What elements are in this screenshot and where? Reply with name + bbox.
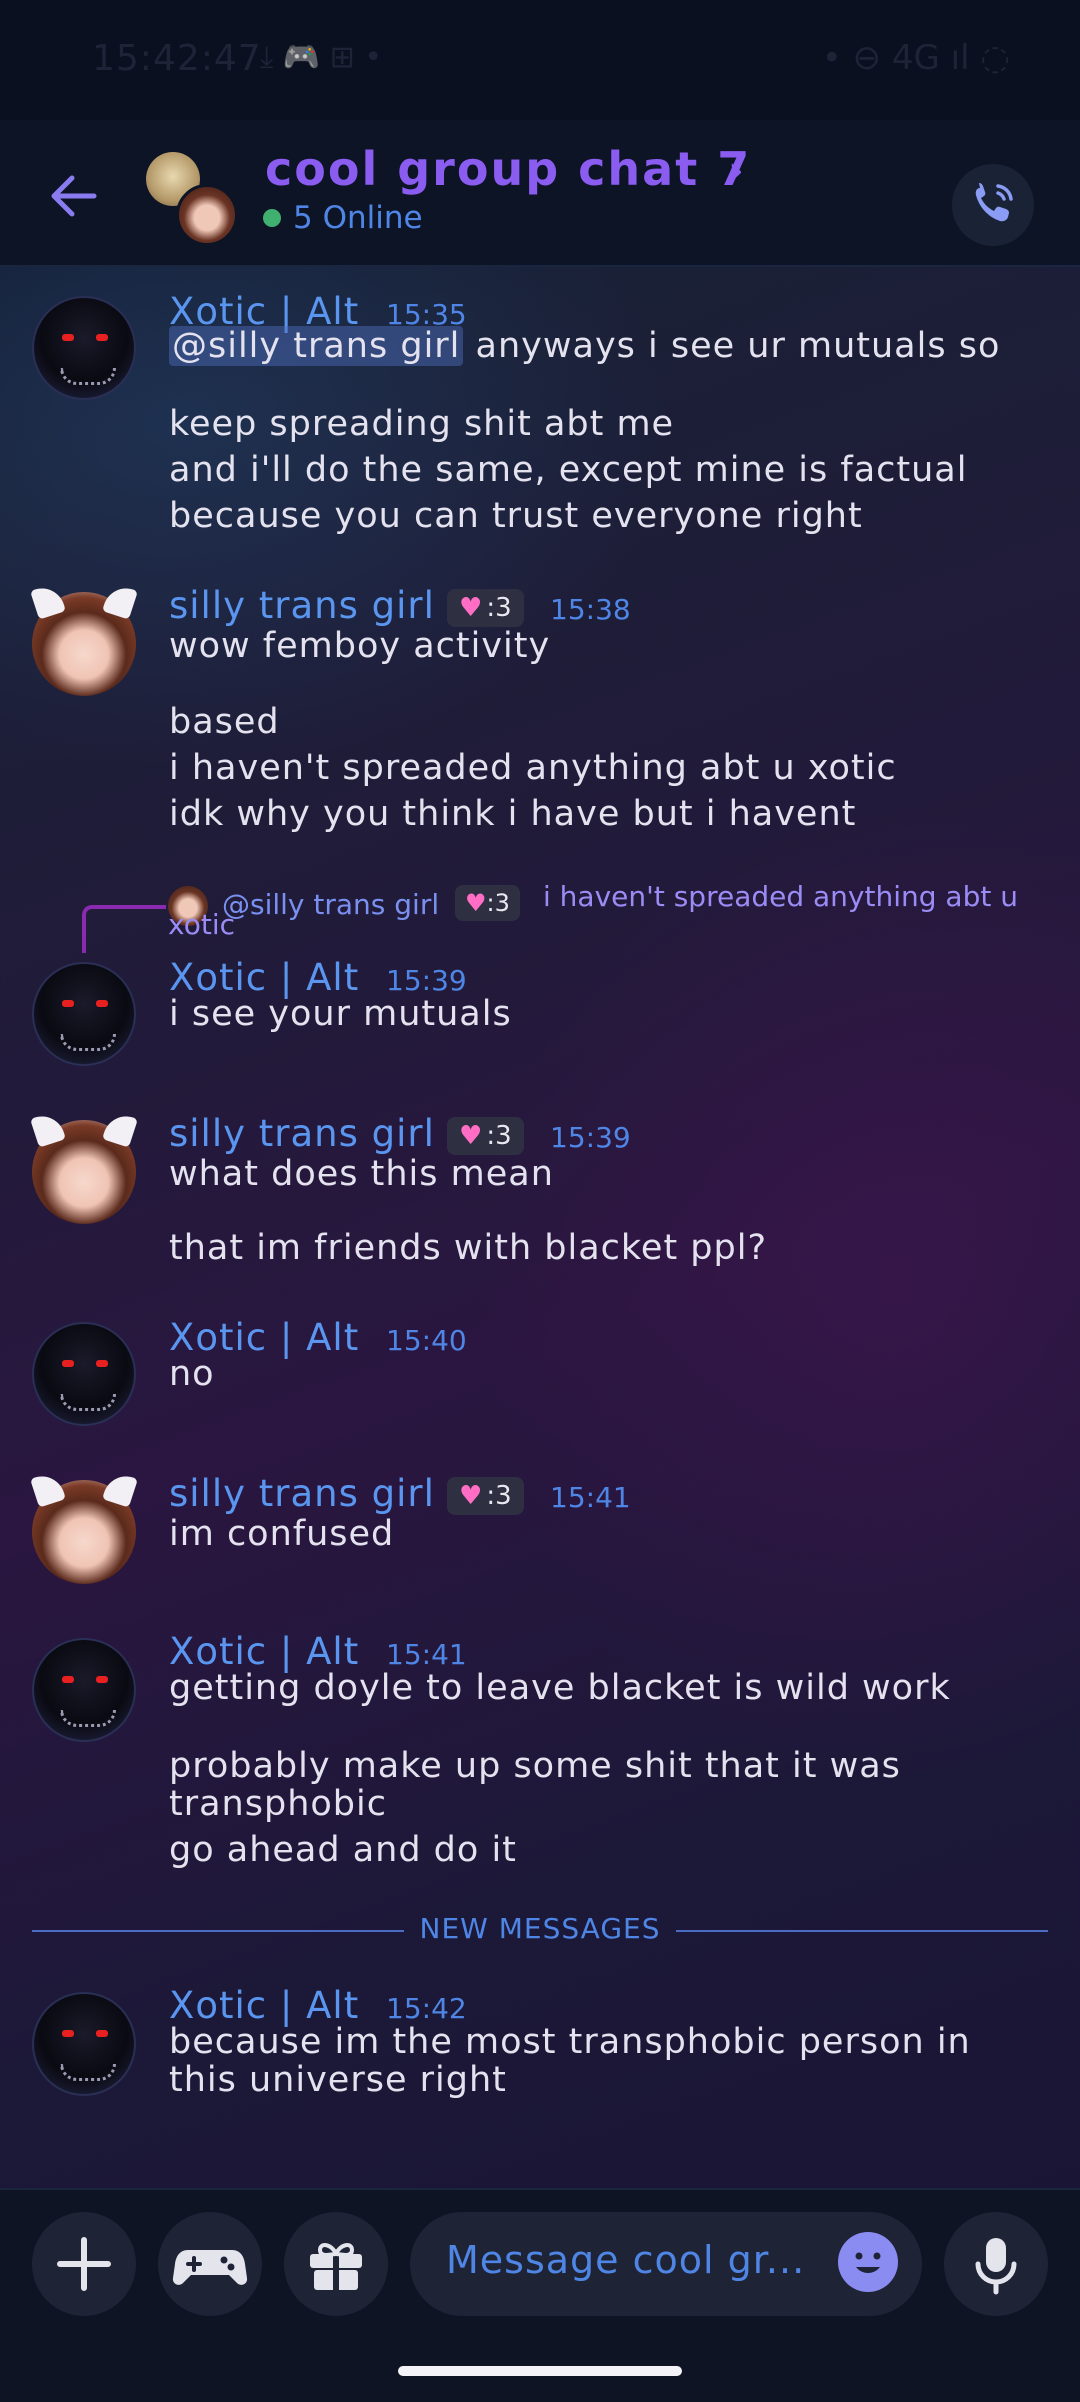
online-dot-icon [263,209,281,227]
reply-badge: ♥:3 [455,885,520,921]
status-icons-left: ⤓ 🎮 ⊞ • [260,40,383,75]
microphone-icon [975,2238,1017,2295]
arrow-left-icon[interactable] [46,168,102,224]
avatar-silly-trans-girl[interactable] [32,1480,136,1584]
message-line: keep spreading shit abt me [169,404,675,444]
heart-icon: ♥ [465,889,487,917]
heart-icon: ♥ [459,1481,483,1511]
message-line: im confused [169,1514,395,1554]
role-badge: ♥:3 [447,589,524,627]
status-icons-right: • ⊖ 4G ıl ◌ [821,38,1010,78]
message-line[interactable]: @silly trans girl anyways i see ur mutua… [169,326,1000,366]
reply-preview[interactable]: i haven't spreaded anything abt u [543,880,1018,913]
add-attachment-button[interactable] [32,2212,136,2316]
message-author[interactable]: Xotic | Alt [169,956,359,999]
message-line: probably make up some shit that it was [169,1746,901,1786]
message-line: this universe right [169,2060,507,2100]
message-line: no [169,1354,215,1394]
avatar-xotic[interactable] [32,296,136,400]
message-text: anyways i see ur mutuals so [463,326,1001,366]
message-line: what does this mean [169,1154,554,1194]
online-status: 5 Online [263,200,423,236]
message-line: transphobic [169,1784,387,1824]
message-line: because im the most transphobic person i… [169,2022,971,2062]
message-time: 15:41 [386,1638,467,1671]
badge-label: :3 [486,593,512,623]
heart-icon: ♥ [459,593,483,623]
status-bar: 15:42:47 ⤓ 🎮 ⊞ • • ⊖ 4G ıl ◌ [0,0,1080,120]
message-author[interactable]: silly trans girl [169,1472,435,1515]
heart-icon: ♥ [459,1121,483,1151]
badge-label: :3 [486,1121,512,1151]
chevron-right-icon[interactable]: › [728,148,744,194]
badge-label: :3 [486,1481,512,1511]
emoji-button[interactable] [838,2232,898,2292]
avatar-silly-trans-girl[interactable] [32,592,136,696]
avatar-xotic[interactable] [32,1992,136,2096]
message-author[interactable]: Xotic | Alt [169,1316,359,1359]
message-author[interactable]: Xotic | Alt [169,1984,359,2027]
message-line: i see your mutuals [169,994,512,1034]
voice-message-button[interactable] [944,2212,1048,2316]
message-line: wow femboy activity [169,626,551,666]
phone-call-icon [975,183,1013,222]
group-title[interactable]: cool group chat 7 [265,142,751,196]
message-author[interactable]: silly trans girl [169,1112,435,1155]
reply-badge-label: :3 [486,889,510,917]
gift-button[interactable] [284,2212,388,2316]
message-time: 15:40 [386,1324,467,1357]
message-time: 15:38 [550,593,631,626]
home-indicator[interactable] [398,2366,682,2376]
message-time: 15:42 [386,1992,467,2025]
role-badge: ♥:3 [447,1477,524,1515]
emoji-icon [855,2252,881,2273]
avatar-xotic[interactable] [32,962,136,1066]
message-line: i haven't spreaded anything abt u xotic [169,748,897,788]
reply-preview-wrap[interactable]: xotic [168,908,235,941]
message-author[interactable]: Xotic | Alt [169,1630,359,1673]
avatar-silly-trans-girl[interactable] [32,1120,136,1224]
reply-author[interactable]: @silly trans girl [222,888,439,921]
message-input-placeholder[interactable]: Message cool gr... [446,2238,805,2282]
avatar-xotic[interactable] [32,1638,136,1742]
message-line: based [169,702,280,742]
message-line: because you can trust everyone right [169,496,863,536]
message-time: 15:41 [550,1481,631,1514]
reply-connector [82,905,166,953]
online-count: 5 Online [293,200,423,236]
avatar-xotic[interactable] [32,1322,136,1426]
message-line: that im friends with blacket ppl? [169,1228,768,1268]
plus-icon [57,2237,111,2291]
status-time: 15:42:47 [92,38,262,79]
role-badge: ♥:3 [447,1117,524,1155]
message-line: getting doyle to leave blacket is wild w… [169,1668,951,1708]
message-line: idk why you think i have but i havent [169,794,857,834]
gamepad-icon [172,2250,248,2285]
call-button[interactable] [952,164,1034,246]
message-time: 15:39 [386,964,467,997]
mention[interactable]: @silly trans girl [169,326,464,366]
message-line: and i'll do the same, except mine is fac… [169,450,968,490]
message-time: 15:39 [550,1121,631,1154]
gift-icon [310,2243,362,2290]
message-author[interactable]: silly trans girl [169,584,435,627]
message-line: go ahead and do it [169,1830,517,1870]
group-avatar-girl[interactable] [176,184,238,246]
activities-button[interactable] [158,2212,262,2316]
new-messages-label: NEW MESSAGES [419,1912,661,1945]
